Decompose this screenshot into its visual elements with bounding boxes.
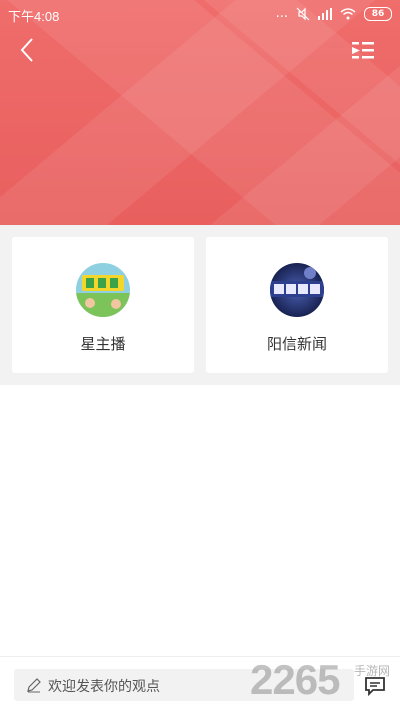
status-time: 下午4:08 [8, 9, 60, 24]
status-icons: ... 86 [276, 6, 392, 21]
signal-icon [318, 7, 332, 20]
watermark-text: 手游网 [354, 664, 391, 678]
wifi-icon [340, 7, 356, 19]
comment-bar: 欢迎发表你的观点 [0, 656, 400, 712]
mute-icon [296, 7, 310, 20]
channel-card-yangxin-news[interactable]: 阳信新闻 [206, 237, 388, 373]
battery-level: 86 [364, 6, 392, 21]
playlist-icon [352, 42, 374, 59]
chevron-left-icon [20, 38, 33, 62]
channel-card-xingzhubo[interactable]: 星主播 [12, 237, 194, 373]
status-dots: ... [275, 6, 288, 21]
channel-avatar-image [76, 263, 130, 317]
channel-name: 阳信新闻 [266, 335, 327, 353]
channel-grid: 星主播 阳信新闻 [0, 225, 400, 385]
channel-name: 星主播 [80, 335, 126, 353]
playlist-button[interactable] [352, 38, 378, 62]
status-bar: 下午4:08 ... 86 [0, 0, 400, 28]
channel-avatar-image [270, 263, 324, 317]
pencil-icon [27, 678, 41, 693]
header-banner: 下午4:08 ... 86 [0, 0, 400, 225]
back-button[interactable] [18, 36, 42, 64]
comment-placeholder: 欢迎发表你的观点 [48, 679, 160, 695]
watermark-logo: 2265 [250, 656, 340, 703]
